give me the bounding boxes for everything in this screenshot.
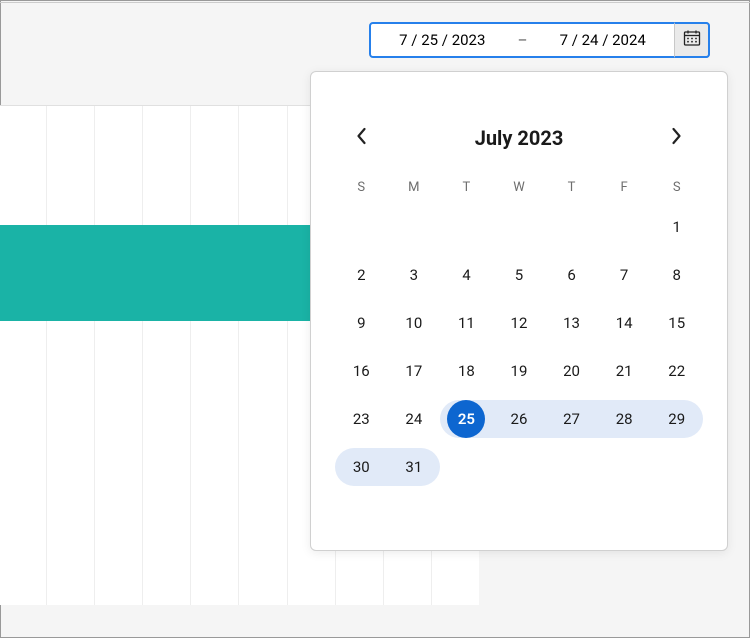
day-cell[interactable]: 27: [545, 395, 598, 443]
weekday-label: S: [650, 180, 703, 195]
prev-month-button[interactable]: [347, 124, 375, 152]
day-cell[interactable]: 26: [493, 395, 546, 443]
day-cell-empty: [440, 203, 493, 251]
calendar-icon: [683, 29, 701, 51]
chart-bar: [0, 225, 310, 321]
day-cell[interactable]: 14: [598, 299, 651, 347]
day-cell-empty: [493, 203, 546, 251]
weekday-label: M: [388, 180, 441, 195]
next-month-button[interactable]: [663, 124, 691, 152]
day-cell[interactable]: 22: [650, 347, 703, 395]
date-range-field[interactable]: 7 / 25 / 2023 – 7 / 24 / 2024: [369, 22, 710, 58]
day-cell[interactable]: 10: [388, 299, 441, 347]
weekday-label: F: [598, 180, 651, 195]
calendar-month-title: July 2023: [475, 126, 564, 150]
day-cell[interactable]: 2: [335, 251, 388, 299]
day-cell[interactable]: 21: [598, 347, 651, 395]
day-cell[interactable]: 23: [335, 395, 388, 443]
day-cell[interactable]: 9: [335, 299, 388, 347]
day-cell[interactable]: 29: [650, 395, 703, 443]
day-cell-empty: [598, 203, 651, 251]
chevron-left-icon: [355, 127, 368, 149]
chevron-right-icon: [670, 127, 683, 149]
day-cell-empty: [388, 203, 441, 251]
weekday-label: S: [335, 180, 388, 195]
day-cell[interactable]: 8: [650, 251, 703, 299]
day-cell[interactable]: 7: [598, 251, 651, 299]
day-cell-empty: [335, 203, 388, 251]
day-cell[interactable]: 5: [493, 251, 546, 299]
weekday-label: T: [440, 180, 493, 195]
day-cell[interactable]: 19: [493, 347, 546, 395]
calendar-popover: July 2023 SMTWTFS 1234567891011121314151…: [310, 71, 728, 551]
weekday-label: W: [493, 180, 546, 195]
day-cell[interactable]: 24: [388, 395, 441, 443]
weekday-label: T: [545, 180, 598, 195]
day-cell[interactable]: 20: [545, 347, 598, 395]
day-cell[interactable]: 31: [388, 443, 441, 491]
day-cell[interactable]: 17: [388, 347, 441, 395]
day-cell[interactable]: 4: [440, 251, 493, 299]
day-cell-empty: [545, 203, 598, 251]
calendar-toggle-button[interactable]: [674, 22, 710, 58]
day-cell[interactable]: 16: [335, 347, 388, 395]
end-date-segment[interactable]: 7 / 24 / 2024: [531, 31, 674, 49]
day-cell[interactable]: 3: [388, 251, 441, 299]
day-cell[interactable]: 18: [440, 347, 493, 395]
day-cell[interactable]: 12: [493, 299, 546, 347]
calendar-days-grid: 1234567891011121314151617181920212223242…: [335, 203, 703, 491]
day-cell[interactable]: 1: [650, 203, 703, 251]
weekday-header-row: SMTWTFS: [335, 180, 703, 203]
day-cell[interactable]: 6: [545, 251, 598, 299]
day-cell[interactable]: 11: [440, 299, 493, 347]
date-range-dash: –: [514, 31, 532, 49]
day-cell[interactable]: 30: [335, 443, 388, 491]
day-cell[interactable]: 15: [650, 299, 703, 347]
day-cell[interactable]: 25: [440, 395, 493, 443]
day-cell[interactable]: 13: [545, 299, 598, 347]
day-cell[interactable]: 28: [598, 395, 651, 443]
start-date-segment[interactable]: 7 / 25 / 2023: [371, 31, 514, 49]
